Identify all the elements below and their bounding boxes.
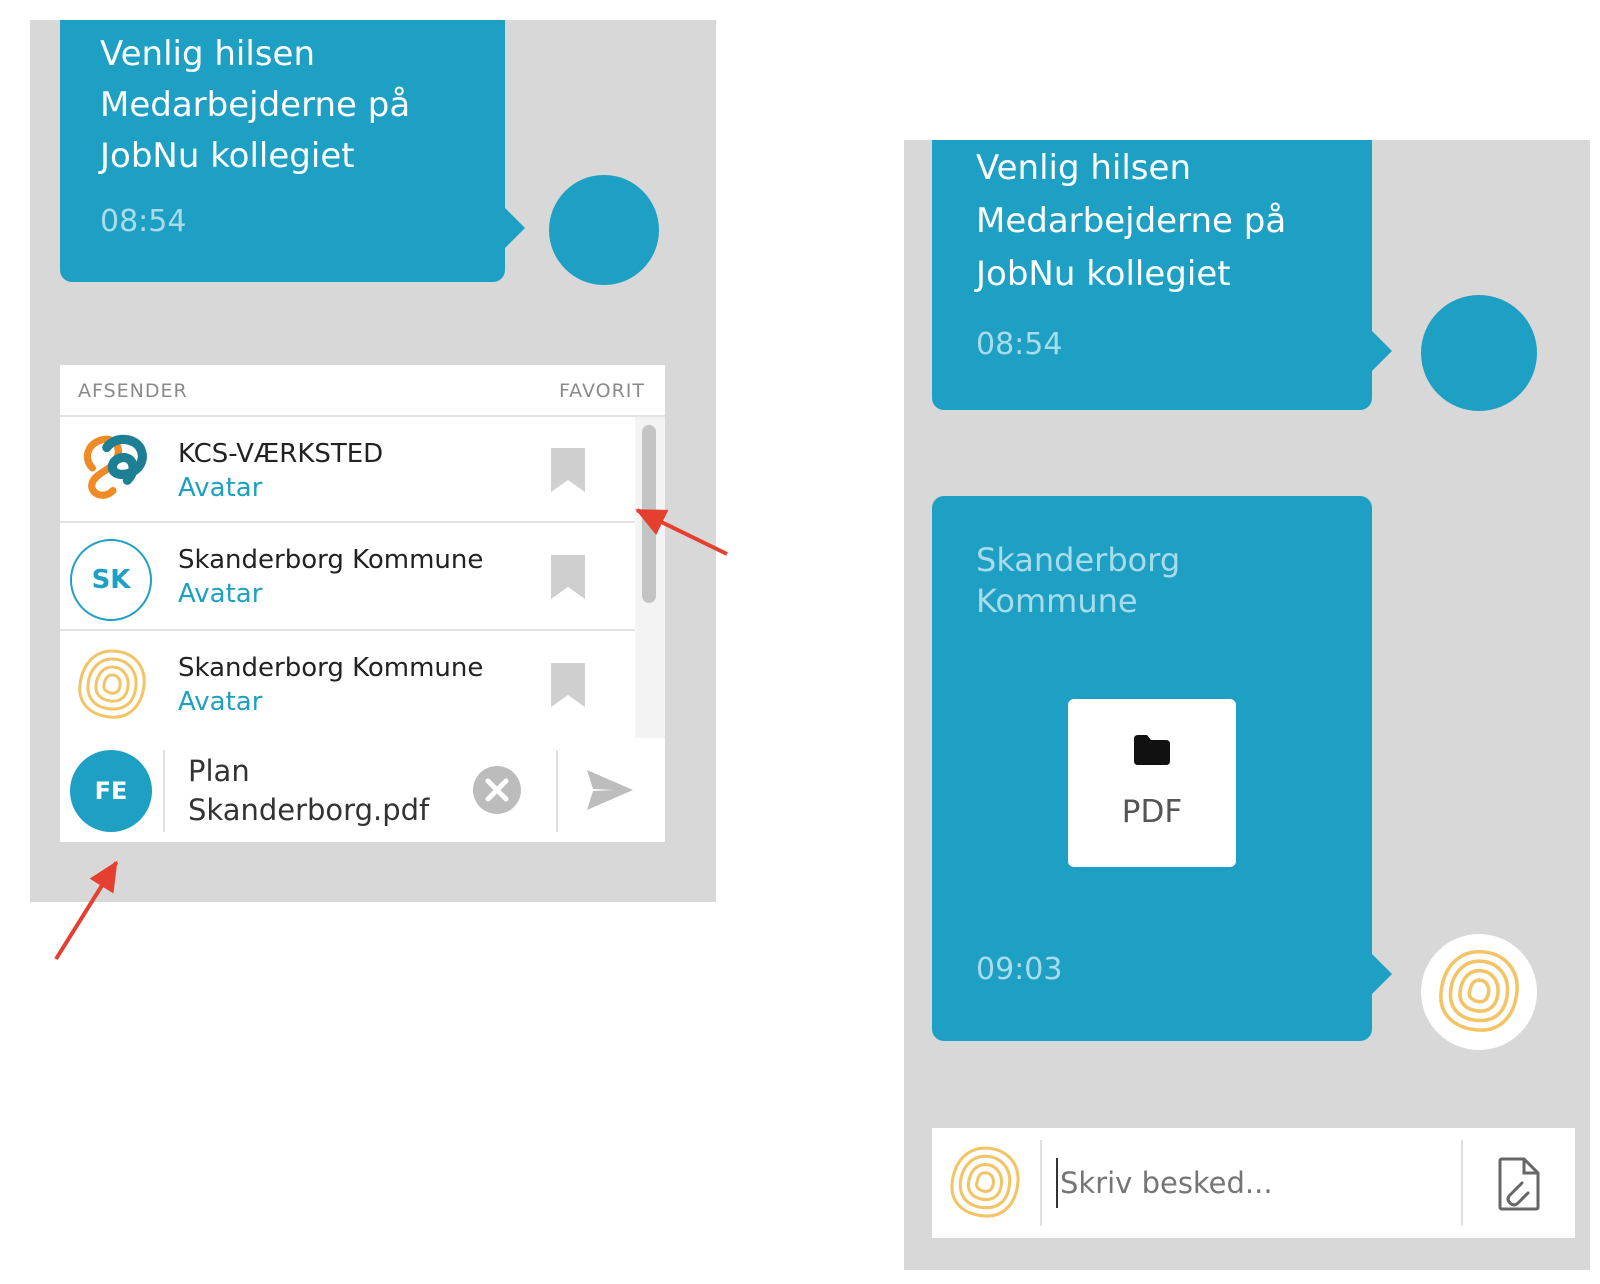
send-icon[interactable]	[587, 770, 633, 810]
message-line: JobNu kollegiet	[976, 254, 1231, 294]
composer-bar	[932, 1128, 1575, 1238]
message-line: Venlig hilsen	[100, 34, 315, 74]
message-bubble: Venlig hilsen Medarbejderne på JobNu kol…	[932, 140, 1392, 410]
chat-panel-left: Venlig hilsen Medarbejderne på JobNu kol…	[30, 20, 716, 902]
composer-bar: FE Plan Skanderborg.pdf	[60, 738, 665, 842]
sender-line: Skanderborg	[976, 541, 1181, 579]
sender-name: Skanderborg Kommune	[178, 653, 484, 683]
bubble-tail	[1370, 329, 1392, 373]
sender-avatar-button[interactable]: FE	[70, 750, 152, 832]
sender-avatar-button[interactable]	[946, 1144, 1024, 1222]
message-bubble: Venlig hilsen Medarbejderne på JobNu kol…	[60, 20, 525, 282]
avatar-initials: SK	[91, 565, 131, 595]
bookmark-icon[interactable]	[551, 663, 585, 707]
sender-option[interactable]: KCS-VÆRKSTED Avatar	[60, 417, 635, 523]
avatar	[549, 175, 659, 285]
divider	[556, 750, 558, 832]
message-line: Venlig hilsen	[976, 148, 1191, 188]
message-sender: Skanderborg Kommune	[976, 540, 1180, 622]
scrollbar-track[interactable]	[635, 417, 665, 738]
contour-logo-icon	[78, 649, 146, 719]
sender-option[interactable]: Skanderborg Kommune Avatar	[60, 633, 635, 738]
column-header-sender: AFSENDER	[78, 380, 188, 402]
sender-name: KCS-VÆRKSTED	[178, 439, 384, 469]
message-line: JobNu kollegiet	[100, 136, 355, 176]
contour-logo-icon	[1439, 949, 1519, 1032]
avatar	[1421, 934, 1537, 1050]
clear-attachment-icon[interactable]	[473, 766, 521, 814]
sender-sub: Avatar	[178, 687, 263, 717]
sender-line: Kommune	[976, 582, 1138, 620]
message-time: 08:54	[976, 327, 1063, 362]
attachment-line: Skanderborg.pdf	[188, 793, 430, 827]
message-line: Medarbejderne på	[100, 85, 411, 125]
picker-header: AFSENDER FAVORIT	[60, 365, 665, 417]
file-attachment-card[interactable]: PDF	[1068, 699, 1236, 867]
sender-name: Skanderborg Kommune	[178, 545, 484, 575]
message-line: Medarbejderne på	[976, 201, 1287, 241]
chat-panel-right: Venlig hilsen Medarbejderne på JobNu kol…	[904, 140, 1590, 1270]
message-text: Venlig hilsen Medarbejderne på JobNu kol…	[100, 29, 410, 182]
message-time: 09:03	[976, 952, 1063, 987]
folder-icon	[1134, 735, 1170, 765]
column-header-favorite: FAVORIT	[559, 380, 645, 402]
message-text: Venlig hilsen Medarbejderne på JobNu kol…	[976, 142, 1286, 301]
bookmark-icon[interactable]	[551, 448, 585, 492]
message-time: 08:54	[100, 204, 187, 239]
bubble-tail	[503, 206, 525, 250]
divider	[1040, 1140, 1042, 1226]
sender-sub: Avatar	[178, 579, 263, 609]
attach-file-icon[interactable]	[1496, 1157, 1540, 1211]
file-type-label: PDF	[1121, 794, 1183, 830]
avatar-initials: FE	[94, 777, 128, 805]
divider	[1461, 1140, 1463, 1226]
divider	[163, 750, 165, 832]
attachment-name: Plan Skanderborg.pdf	[188, 752, 429, 830]
avatar	[1421, 295, 1537, 411]
message-input[interactable]	[1056, 1158, 1436, 1208]
sender-picker: AFSENDER FAVORIT KCS-VÆRKSTED Avatar SK …	[60, 365, 665, 738]
initials-avatar: SK	[70, 539, 152, 621]
sender-sub: Avatar	[178, 473, 263, 503]
file-message-bubble: Skanderborg Kommune PDF 09:03	[932, 496, 1392, 1041]
attachment-line: Plan	[188, 754, 250, 788]
kcs-logo-icon	[83, 434, 147, 499]
bubble-tail	[1370, 952, 1392, 996]
sender-option[interactable]: SK Skanderborg Kommune Avatar	[60, 525, 635, 631]
bookmark-icon[interactable]	[551, 555, 585, 599]
